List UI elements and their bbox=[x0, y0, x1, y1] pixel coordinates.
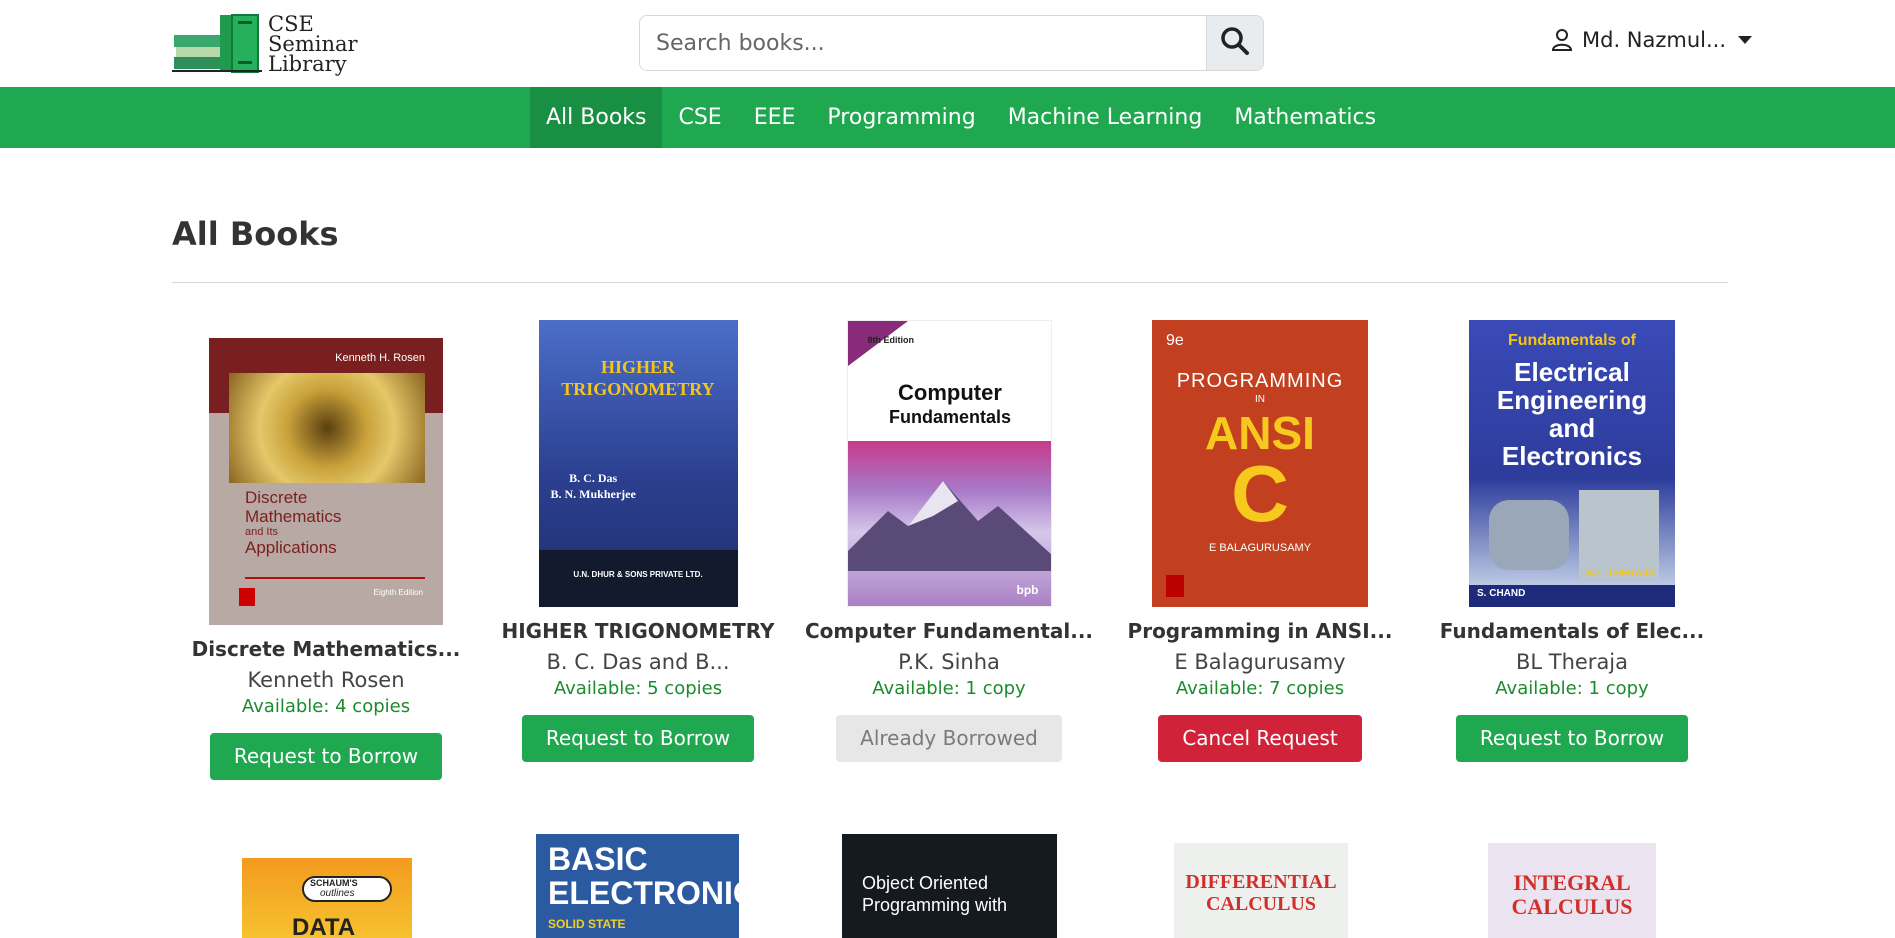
book-title[interactable]: Programming in ANSI... bbox=[1110, 619, 1410, 645]
top-header: CSE Seminar Library Md. Nazmul... bbox=[0, 0, 1895, 87]
book-availability: Available: 1 copy bbox=[1495, 678, 1649, 699]
page-title: All Books bbox=[172, 215, 339, 253]
cover-series-sub: outlines bbox=[320, 888, 355, 899]
cover-edition: 9e bbox=[1166, 332, 1184, 349]
divider bbox=[172, 282, 1728, 283]
already-borrowed-button[interactable]: Already Borrowed bbox=[836, 715, 1062, 762]
book-cover[interactable]: Kenneth H. Rosen Discrete Mathematics an… bbox=[209, 338, 443, 625]
search-bar bbox=[639, 15, 1264, 71]
caret-down-icon bbox=[1738, 36, 1753, 44]
nav-cse[interactable]: CSE bbox=[662, 87, 737, 148]
request-borrow-button[interactable]: Request to Borrow bbox=[1455, 715, 1689, 762]
book-cover[interactable]: SCHAUM'S outlines DATA bbox=[242, 858, 412, 938]
cover-title: Electrical Engineering and Electronics bbox=[1496, 357, 1648, 471]
cover-authors: B. C. Das B. N. Mukherjee bbox=[550, 471, 636, 501]
cover-title: DIFFERENTIAL CALCULUS bbox=[1185, 871, 1337, 915]
cover-author: E BALAGURUSAMY bbox=[1208, 542, 1312, 554]
book-title[interactable]: Discrete Mathematics... bbox=[176, 637, 476, 663]
book-cover[interactable]: HIGHER TRIGONOMETRY B. C. Das B. N. Mukh… bbox=[538, 320, 738, 607]
cover-title: INTEGRAL CALCULUS bbox=[1511, 870, 1633, 919]
cover-author: B.L. THERAJA bbox=[1586, 568, 1655, 579]
book-card: 9e PROGRAMMING IN ANSI C E BALAGURUSAMY … bbox=[1110, 320, 1410, 762]
cancel-request-button[interactable]: Cancel Request bbox=[1158, 715, 1362, 762]
book-cover[interactable]: DIFFERENTIAL CALCULUS bbox=[1174, 843, 1348, 938]
search-button[interactable] bbox=[1206, 16, 1263, 70]
book-card: Fundamentals of Electrical Engineering a… bbox=[1422, 320, 1722, 762]
cover-title-in: IN bbox=[1255, 394, 1265, 405]
cover-title: BASIC ELECTRONICS bbox=[548, 841, 739, 911]
user-name: Md. Nazmul... bbox=[1582, 28, 1727, 52]
book-availability: Available: 5 copies bbox=[553, 678, 723, 699]
book-author: B. C. Das and B... bbox=[546, 650, 730, 674]
cover-subtitle: SOLID STATE bbox=[548, 917, 626, 931]
cover-author: Kenneth H. Rosen bbox=[335, 352, 425, 364]
nav-mathematics[interactable]: Mathematics bbox=[1218, 87, 1392, 148]
book-availability: Available: 4 copies bbox=[241, 696, 411, 717]
book-card: Kenneth H. Rosen Discrete Mathematics an… bbox=[176, 320, 476, 780]
book-title[interactable]: Computer Fundamental... bbox=[799, 619, 1099, 645]
site-logo[interactable]: CSE Seminar Library bbox=[172, 12, 358, 76]
book-availability: Available: 1 copy bbox=[872, 678, 1026, 699]
user-menu[interactable]: Md. Nazmul... bbox=[1552, 28, 1753, 52]
nav-eee[interactable]: EEE bbox=[738, 87, 812, 148]
book-cover[interactable]: Object Oriented Programming with bbox=[842, 834, 1057, 938]
cover-title: Computer Fundamentals bbox=[888, 380, 1012, 428]
search-input[interactable] bbox=[640, 16, 1206, 70]
cover-title: Object Oriented Programming with bbox=[862, 873, 1008, 915]
cover-publisher: S. CHAND bbox=[1477, 588, 1526, 599]
logo-text: CSE Seminar Library bbox=[268, 12, 358, 76]
book-title[interactable]: Fundamentals of Elec... bbox=[1422, 619, 1722, 645]
nav-all-books[interactable]: All Books bbox=[530, 87, 663, 148]
cover-title: PROGRAMMING bbox=[1176, 370, 1344, 392]
cover-title: DATA bbox=[292, 914, 356, 938]
book-title[interactable]: HIGHER TRIGONOMETRY bbox=[488, 619, 788, 645]
book-author: BL Theraja bbox=[1515, 650, 1629, 674]
cover-edition: Eighth Edition bbox=[373, 588, 423, 597]
cover-edition: 8th Edition bbox=[867, 335, 915, 345]
book-card: 8th Edition Computer Fundamentals bpb Co… bbox=[799, 320, 1099, 762]
cover-title-c: C bbox=[1231, 449, 1289, 538]
cover-series: SCHAUM'S bbox=[310, 878, 358, 888]
book-author: P.K. Sinha bbox=[898, 650, 1000, 674]
cover-publisher: bpb bbox=[1016, 583, 1039, 597]
book-cover[interactable]: 9e PROGRAMMING IN ANSI C E BALAGURUSAMY bbox=[1152, 320, 1368, 607]
cover-publisher: U.N. DHUR & SONS PRIVATE LTD. bbox=[573, 570, 703, 579]
cover-title-top: Fundamentals of bbox=[1507, 332, 1636, 349]
cover-title: HIGHER TRIGONOMETRY bbox=[561, 357, 715, 399]
library-logo bbox=[172, 13, 264, 74]
nav-programming[interactable]: Programming bbox=[811, 87, 991, 148]
book-cover[interactable]: 8th Edition Computer Fundamentals bpb bbox=[846, 320, 1052, 607]
book-author: Kenneth Rosen bbox=[247, 668, 405, 692]
nav-machine-learning[interactable]: Machine Learning bbox=[992, 87, 1219, 148]
request-borrow-button[interactable]: Request to Borrow bbox=[209, 733, 443, 780]
book-cover[interactable]: BASIC ELECTRONICS SOLID STATE bbox=[536, 834, 739, 938]
book-author: E Balagurusamy bbox=[1174, 650, 1346, 674]
search-icon bbox=[1220, 26, 1250, 60]
request-borrow-button[interactable]: Request to Borrow bbox=[521, 715, 755, 762]
book-cover[interactable]: INTEGRAL CALCULUS bbox=[1488, 843, 1656, 938]
book-availability: Available: 7 copies bbox=[1175, 678, 1345, 699]
cover-title: Discrete Mathematics and Its Application… bbox=[245, 488, 342, 557]
book-cover[interactable]: Fundamentals of Electrical Engineering a… bbox=[1469, 320, 1675, 607]
book-card: HIGHER TRIGONOMETRY B. C. Das B. N. Mukh… bbox=[488, 320, 788, 762]
user-icon bbox=[1552, 29, 1572, 51]
category-nav: All Books CSE EEE Programming Machine Le… bbox=[0, 87, 1895, 148]
